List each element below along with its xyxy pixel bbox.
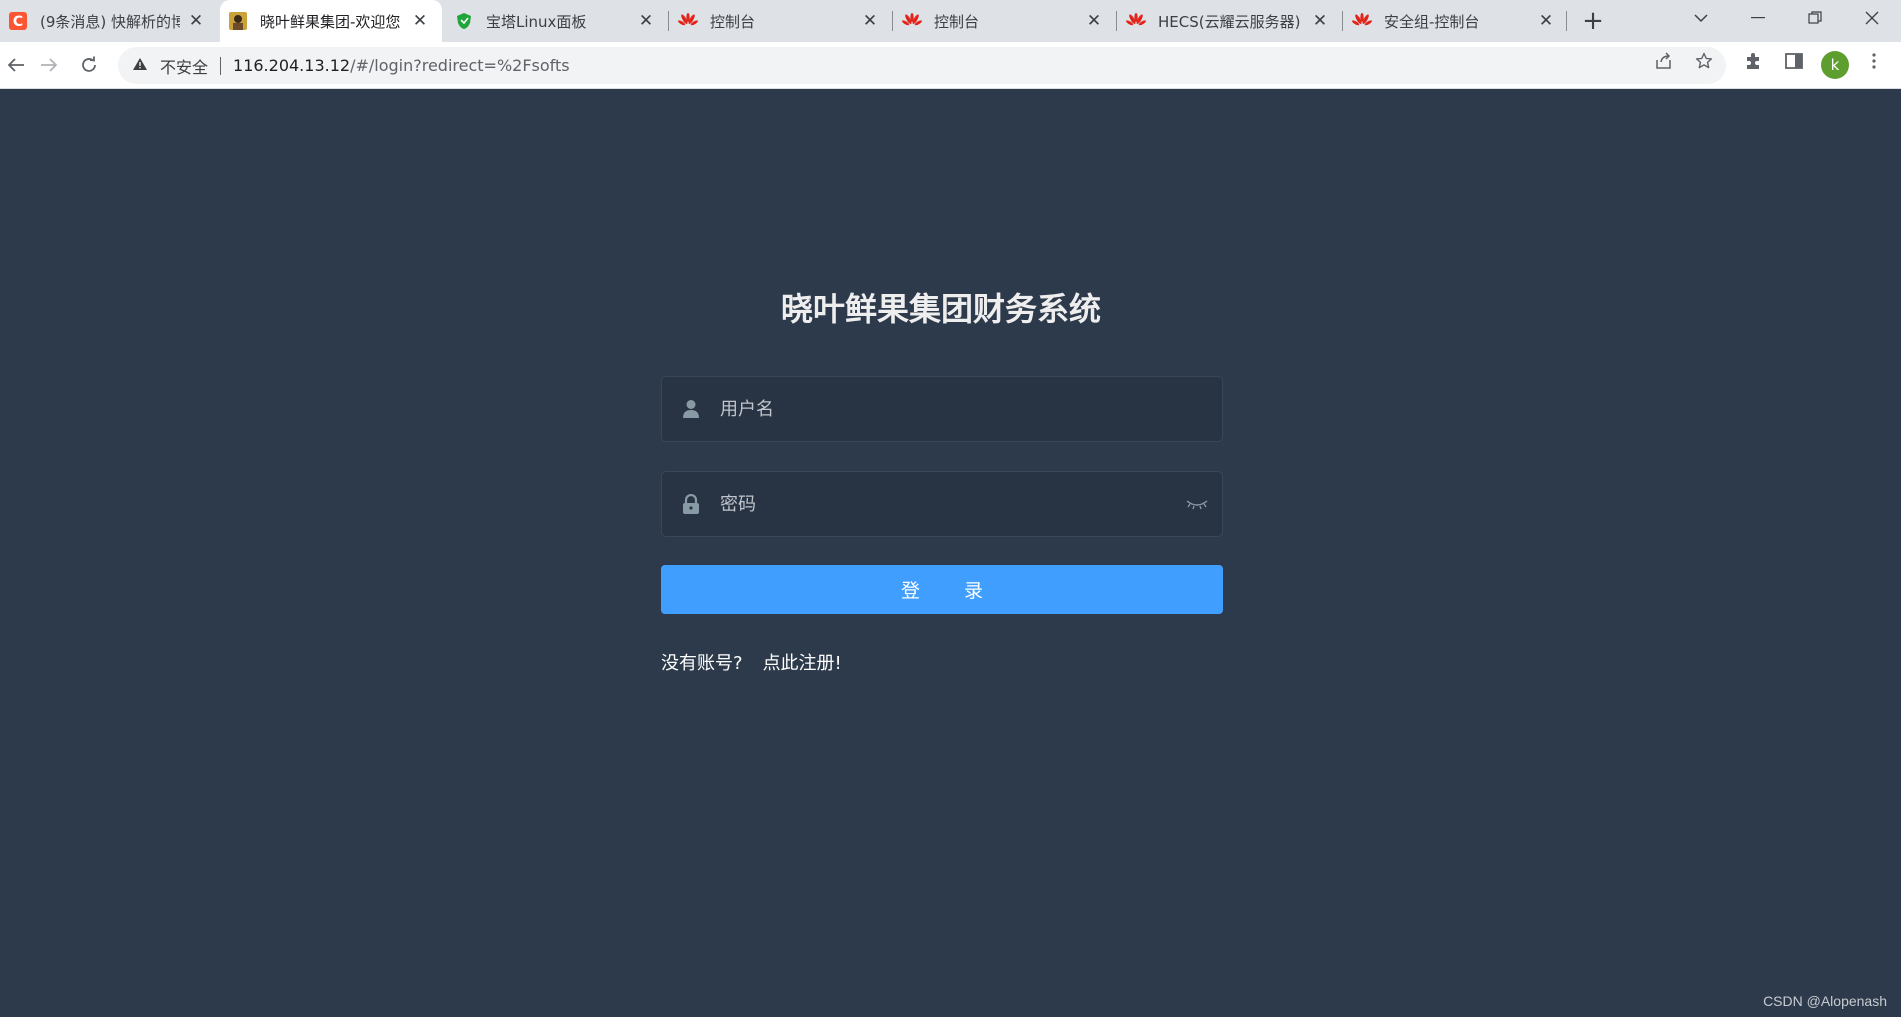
tab-console-2[interactable]: 控制台 ✕ — [894, 0, 1116, 42]
extensions-icon[interactable] — [1743, 51, 1763, 71]
csdn-icon: C — [8, 11, 28, 31]
huawei-icon — [1352, 11, 1372, 31]
svg-text:C: C — [13, 14, 23, 30]
login-button[interactable]: 登录 — [661, 565, 1223, 614]
huawei-icon — [902, 11, 922, 31]
close-tab-icon[interactable]: ✕ — [1536, 11, 1556, 31]
restore-button[interactable] — [1787, 0, 1843, 36]
tab-title: 控制台 — [710, 12, 756, 31]
tab-console-1[interactable]: 控制台 ✕ — [670, 0, 892, 42]
address-bar[interactable]: 不安全 116.204.13.12/#/login?redirect=%2Fso… — [118, 47, 1726, 84]
share-icon[interactable] — [1654, 51, 1674, 71]
avatar-favicon — [228, 11, 248, 31]
close-tab-icon[interactable]: ✕ — [186, 11, 206, 31]
tab-separator — [1566, 11, 1567, 31]
tab-separator — [1342, 11, 1343, 31]
tab-finance-login[interactable]: 晓叶鲜果集团-欢迎您 ✕ — [220, 0, 442, 42]
forward-button[interactable] — [33, 49, 65, 81]
tab-separator — [668, 11, 669, 31]
show-password-eye-icon[interactable] — [1172, 498, 1222, 510]
register-prompt: 没有账号? — [661, 653, 743, 674]
more-menu-icon[interactable] — [1864, 51, 1884, 71]
tab-title: 安全组-控制台 — [1384, 12, 1480, 31]
profile-avatar[interactable]: k — [1821, 51, 1849, 79]
huawei-icon — [1126, 11, 1146, 31]
side-panel-icon[interactable] — [1784, 51, 1804, 71]
register-row: 没有账号? 点此注册! — [661, 649, 842, 675]
user-icon — [662, 376, 720, 442]
close-tab-icon[interactable]: ✕ — [1310, 11, 1330, 31]
address-divider — [220, 56, 222, 75]
tab-title: (9条消息) 快解析的博 — [40, 12, 180, 31]
close-tab-icon[interactable]: ✕ — [860, 11, 880, 31]
password-input[interactable] — [720, 472, 1172, 536]
browser-tab-strip: C (9条消息) 快解析的博 ✕ 晓叶鲜果集团-欢迎您 ✕ 宝塔Linux面板 … — [0, 0, 1901, 42]
reload-button[interactable] — [73, 49, 105, 81]
not-secure-label[interactable]: 不安全 — [160, 54, 208, 78]
tab-hecs[interactable]: HECS(云耀云服务器) ✕ — [1118, 0, 1342, 42]
tab-separator — [1116, 11, 1117, 31]
huawei-icon — [678, 11, 698, 31]
tab-security-group[interactable]: 安全组-控制台 ✕ — [1344, 0, 1568, 42]
url-host[interactable]: 116.204.13.12 — [233, 56, 350, 75]
tab-csdn[interactable]: C (9条消息) 快解析的博 ✕ — [0, 0, 218, 42]
close-window-button[interactable] — [1844, 0, 1900, 36]
new-tab-button[interactable]: + — [1580, 8, 1606, 35]
watermark: CSDN @Alopenash — [1763, 993, 1887, 1009]
bookmark-star-icon[interactable] — [1694, 51, 1714, 71]
warning-icon[interactable] — [132, 57, 148, 75]
url-path[interactable]: /#/login?redirect=%2Fsofts — [350, 56, 570, 75]
lock-icon — [662, 471, 720, 537]
close-tab-icon[interactable]: ✕ — [410, 11, 430, 31]
tab-baota[interactable]: 宝塔Linux面板 ✕ — [446, 0, 668, 42]
tab-title: HECS(云耀云服务器) — [1158, 12, 1301, 31]
minimize-button[interactable] — [1730, 0, 1786, 36]
tab-search-chevron-icon[interactable] — [1673, 0, 1729, 36]
tab-title: 晓叶鲜果集团-欢迎您 — [260, 12, 401, 31]
baota-shield-icon — [454, 11, 474, 31]
back-button[interactable] — [0, 49, 32, 81]
register-link[interactable]: 点此注册! — [763, 653, 842, 674]
close-tab-icon[interactable]: ✕ — [636, 11, 656, 31]
username-input[interactable] — [720, 377, 1222, 441]
tab-separator — [892, 11, 893, 31]
page-title: 晓叶鲜果集团财务系统 — [780, 290, 1101, 328]
tab-title: 控制台 — [934, 12, 980, 31]
password-field[interactable] — [661, 471, 1223, 537]
browser-toolbar: 不安全 116.204.13.12/#/login?redirect=%2Fso… — [0, 42, 1901, 89]
tab-title: 宝塔Linux面板 — [486, 12, 587, 31]
close-tab-icon[interactable]: ✕ — [1084, 11, 1104, 31]
username-field[interactable] — [661, 376, 1223, 442]
